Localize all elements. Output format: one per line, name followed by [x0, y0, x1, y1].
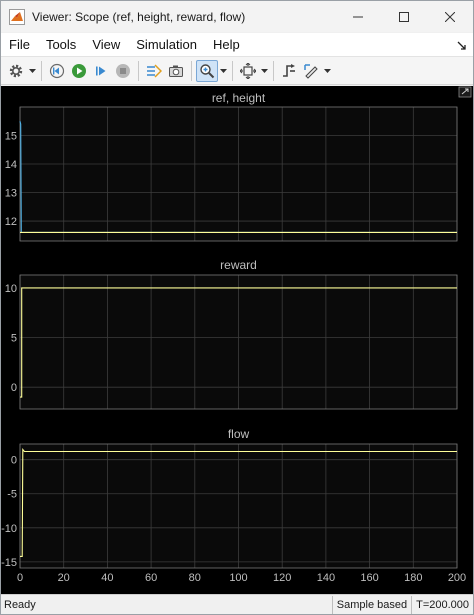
settings-icon: [9, 64, 23, 77]
cursor-measurements-button[interactable]: [300, 60, 322, 82]
panel-title: ref, height: [212, 91, 266, 105]
triggers-button[interactable]: [278, 60, 300, 82]
ytick-label: -5: [7, 489, 17, 501]
scope-panel-3: flow 0 20 40 60 80 100 120 140 160 180 200 -15 -10 -5 0: [1, 427, 466, 584]
chevron-down-icon: [28, 68, 36, 73]
xtick-label: 40: [101, 572, 113, 584]
window-title: Viewer: Scope (ref, height, reward, flow…: [32, 9, 246, 24]
toolbar: [1, 57, 473, 85]
status-mode: Sample based: [331, 595, 411, 614]
menu-help[interactable]: Help: [205, 33, 248, 57]
status-ready: Ready: [4, 598, 36, 611]
undock-plot-icon[interactable]: [458, 86, 472, 98]
chevron-down-icon: [260, 68, 268, 73]
panel-title: reward: [220, 258, 257, 272]
maximize-button[interactable]: [381, 1, 427, 32]
run-button[interactable]: [68, 60, 90, 82]
step-back-button[interactable]: [46, 60, 68, 82]
status-bar: Ready Sample based T=200.000: [1, 594, 473, 614]
ytick-label: -10: [1, 523, 17, 535]
step-forward-button[interactable]: [90, 60, 112, 82]
close-icon: [445, 11, 455, 22]
maximize-icon: [399, 11, 409, 22]
menu-tools[interactable]: Tools: [38, 33, 84, 57]
xtick-label: 140: [317, 572, 335, 584]
xtick-label: 180: [404, 572, 422, 584]
zoom-in-icon: [200, 63, 215, 78]
minimize-icon: [353, 16, 363, 17]
xtick-label: 80: [189, 572, 201, 584]
snapshot-icon: [169, 65, 183, 77]
xtick-label: 200: [448, 572, 466, 584]
toolbar-separator: [273, 60, 274, 81]
settings-button[interactable]: [5, 60, 27, 82]
fit-dropdown[interactable]: [259, 60, 269, 82]
xtick-label: 160: [360, 572, 378, 584]
xtick-label: 100: [229, 572, 247, 584]
panel-title: flow: [228, 427, 250, 441]
fit-to-view-icon: [240, 62, 256, 79]
toolbar-separator: [191, 60, 192, 81]
stop-icon: [116, 63, 130, 78]
minimize-button[interactable]: [335, 1, 381, 32]
ytick-label: 5: [11, 333, 17, 345]
triggers-icon: [283, 63, 295, 77]
ytick-label: 0: [11, 382, 17, 394]
stop-button[interactable]: [112, 60, 134, 82]
menu-simulation[interactable]: Simulation: [128, 33, 205, 57]
ytick-label: 14: [5, 159, 17, 171]
xtick-label: 60: [145, 572, 157, 584]
chevron-down-icon: [323, 68, 331, 73]
xtick-label: 0: [17, 572, 23, 584]
fit-to-view-button[interactable]: [237, 60, 259, 82]
snapshot-button[interactable]: [165, 60, 187, 82]
ytick-label: -15: [1, 557, 17, 569]
highlight-signal-icon: [147, 63, 162, 78]
toolbar-separator: [41, 60, 42, 81]
menu-file[interactable]: File: [1, 33, 38, 57]
ytick-label: 13: [5, 188, 17, 200]
scope-window: Viewer: Scope (ref, height, reward, flow…: [0, 0, 474, 615]
ytick-label: 0: [11, 455, 17, 467]
highlight-signal-button[interactable]: [143, 60, 165, 82]
run-icon: [72, 63, 86, 78]
xtick-label: 120: [273, 572, 291, 584]
step-forward-icon: [96, 66, 106, 75]
undock-icon[interactable]: [457, 39, 467, 50]
ytick-label: 15: [5, 131, 17, 143]
toolbar-separator: [232, 60, 233, 81]
step-back-icon: [49, 63, 65, 78]
xtick-label: 20: [58, 572, 70, 584]
scope-panel-1: ref, height 12 13 14 15: [5, 91, 458, 242]
scope-panel-2: reward 0 5 10: [5, 258, 458, 410]
close-button[interactable]: [427, 1, 473, 32]
scope-display: ref, height 12 13 14 15 reward 0 5 10 flow 0 20 40 60…: [1, 86, 473, 594]
chevron-down-icon: [219, 68, 227, 73]
ytick-label: 10: [5, 283, 17, 295]
settings-dropdown[interactable]: [27, 60, 37, 82]
ytick-label: 12: [5, 216, 17, 228]
toolbar-separator: [138, 60, 139, 81]
status-time: T=200.000: [411, 595, 473, 614]
scope-plots: ref, height 12 13 14 15 reward 0 5 10 flow 0 20 40 60…: [1, 86, 472, 584]
title-bar[interactable]: Viewer: Scope (ref, height, reward, flow…: [1, 1, 473, 32]
zoom-dropdown[interactable]: [218, 60, 228, 82]
matlab-icon: [9, 8, 25, 25]
zoom-in-button[interactable]: [196, 59, 218, 82]
menu-view[interactable]: View: [84, 33, 128, 57]
measurements-dropdown[interactable]: [322, 60, 332, 82]
cursor-measurements-icon: [304, 63, 318, 79]
menu-bar: File Tools View Simulation Help: [1, 33, 473, 57]
